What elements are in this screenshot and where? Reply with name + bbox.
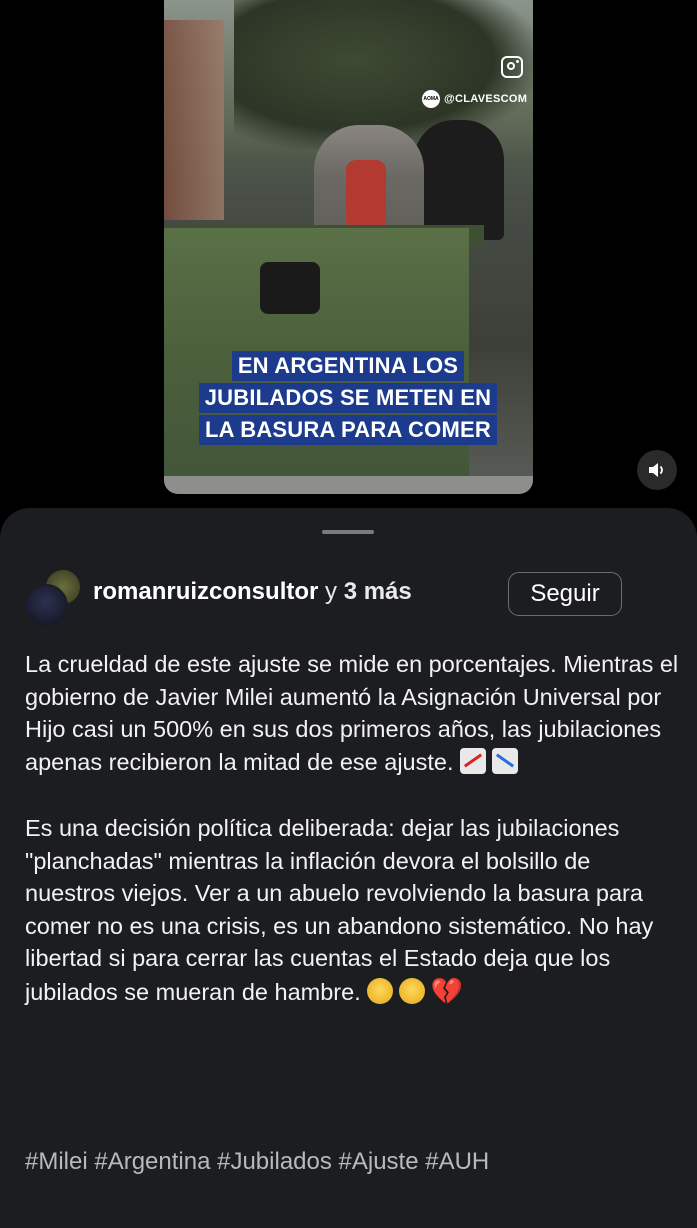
watermark-text: @CLAVESCOM	[444, 93, 528, 105]
caption-line: LA BASURA PARA COMER	[199, 415, 497, 445]
coauthors-connector-text: y	[325, 578, 338, 605]
speaker-icon	[649, 463, 663, 477]
instagram-icon	[501, 56, 523, 78]
post-caption: La crueldad de este ajuste se mide en po…	[25, 648, 685, 1008]
broken-heart-icon: 💔	[430, 975, 464, 1006]
older-woman-icon	[366, 977, 393, 1004]
chart-increasing-icon	[459, 747, 486, 774]
caption-paragraph-1-text: La crueldad de este ajuste se mide en po…	[25, 651, 679, 775]
caption-line: EN ARGENTINA LOS	[231, 351, 465, 381]
video-watermark: AOMA @CLAVESCOM	[422, 90, 527, 108]
video-scarf	[346, 160, 386, 230]
sound-toggle-button[interactable]	[637, 450, 677, 490]
older-man-icon	[398, 977, 425, 1004]
video-curb	[164, 476, 533, 494]
post-author-line[interactable]: romanruizconsultor y 3 más	[93, 578, 412, 606]
video-caption: EN ARGENTINA LOS JUBILADOS SE METEN EN L…	[178, 350, 518, 446]
caption-paragraph: Es una decisión política deliberada: dej…	[25, 812, 685, 1008]
post-hashtags[interactable]: #Milei #Argentina #Jubilados #Ajuste #AU…	[25, 1148, 489, 1176]
coauthors-connector: y 3 más	[325, 578, 412, 605]
video-bin-handle	[260, 262, 320, 314]
sheet-grabber-handle[interactable]	[322, 530, 374, 534]
avatar-stack[interactable]	[24, 568, 82, 628]
chart-decreasing-icon	[491, 747, 518, 774]
caption-paragraph-2-text: Es una decisión política deliberada: dej…	[25, 815, 654, 1005]
video-bystander	[414, 120, 504, 240]
author-username[interactable]: romanruizconsultor	[93, 578, 318, 605]
caption-paragraph: La crueldad de este ajuste se mide en po…	[25, 648, 685, 778]
watermark-logo: AOMA	[422, 90, 440, 108]
video-player[interactable]: AOMA @CLAVESCOM EN ARGENTINA LOS JUBILAD…	[164, 0, 533, 494]
caption-line: JUBILADOS SE METEN EN	[198, 383, 498, 413]
coauthors-count[interactable]: 3 más	[344, 578, 412, 605]
post-sheet: romanruizconsultor y 3 más Seguir La cru…	[0, 508, 697, 1228]
video-building	[164, 20, 224, 220]
avatar[interactable]	[24, 584, 68, 628]
follow-button[interactable]: Seguir	[508, 572, 622, 616]
